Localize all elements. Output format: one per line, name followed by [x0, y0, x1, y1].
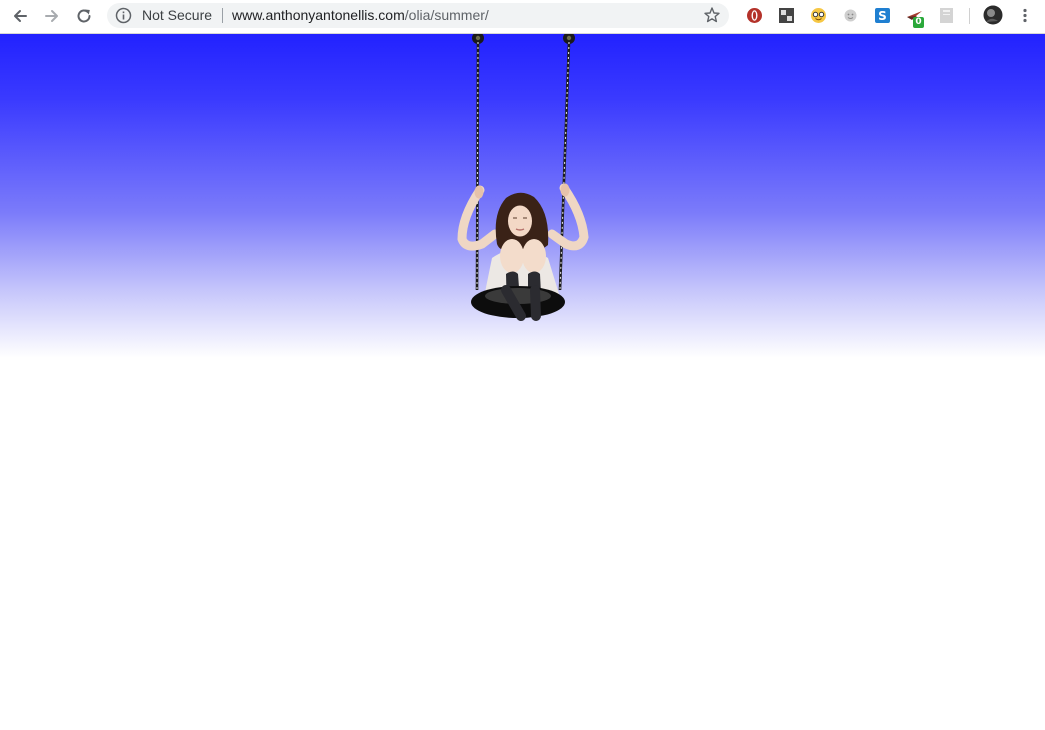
- address-bar[interactable]: Not Secure www.anthonyantonellis.com/oli…: [107, 3, 729, 28]
- glider-extension-button[interactable]: 0: [906, 7, 924, 28]
- url-host: www.anthonyantonellis.com: [232, 7, 405, 23]
- nerd-face-icon: [811, 8, 826, 23]
- s-extension-icon: S: [875, 8, 890, 23]
- smiley-face-icon: [844, 9, 857, 22]
- info-icon[interactable]: [115, 7, 132, 24]
- back-button[interactable]: [7, 4, 33, 28]
- opera-extension-button[interactable]: [746, 7, 763, 24]
- omnibox-divider: [222, 8, 223, 23]
- toolbar-separator: [969, 8, 970, 24]
- browser-toolbar: Not Secure www.anthonyantonellis.com/oli…: [0, 0, 1045, 34]
- reload-icon: [77, 9, 91, 23]
- forward-button[interactable]: [39, 4, 65, 28]
- opera-o-icon: [747, 8, 762, 23]
- document-icon: [940, 8, 953, 23]
- document-extension-button[interactable]: [938, 7, 955, 24]
- svg-text:S: S: [878, 9, 887, 23]
- profile-avatar-button[interactable]: [983, 5, 1003, 25]
- nerd-face-extension-button[interactable]: [810, 7, 827, 24]
- security-label[interactable]: Not Secure: [142, 7, 212, 24]
- split-window-extension-button[interactable]: [778, 7, 795, 24]
- avatar-icon: [983, 5, 1003, 25]
- arrow-right-icon: [45, 10, 58, 22]
- chrome-menu-button[interactable]: [1017, 7, 1033, 24]
- smiley-extension-button[interactable]: [842, 7, 859, 24]
- url-text[interactable]: www.anthonyantonellis.com/olia/summer/: [232, 7, 489, 24]
- page-viewport: [0, 34, 1045, 730]
- url-path: /olia/summer/: [404, 7, 489, 23]
- s-extension-button[interactable]: S: [874, 7, 891, 24]
- more-vertical-icon: [1023, 8, 1027, 23]
- extension-badge: 0: [913, 17, 924, 28]
- arrow-left-icon: [14, 10, 27, 22]
- bookmark-star-icon[interactable]: [703, 6, 721, 24]
- reload-button[interactable]: [71, 4, 97, 28]
- split-window-icon: [779, 8, 794, 23]
- woman-on-tire-swing-image: [457, 34, 589, 321]
